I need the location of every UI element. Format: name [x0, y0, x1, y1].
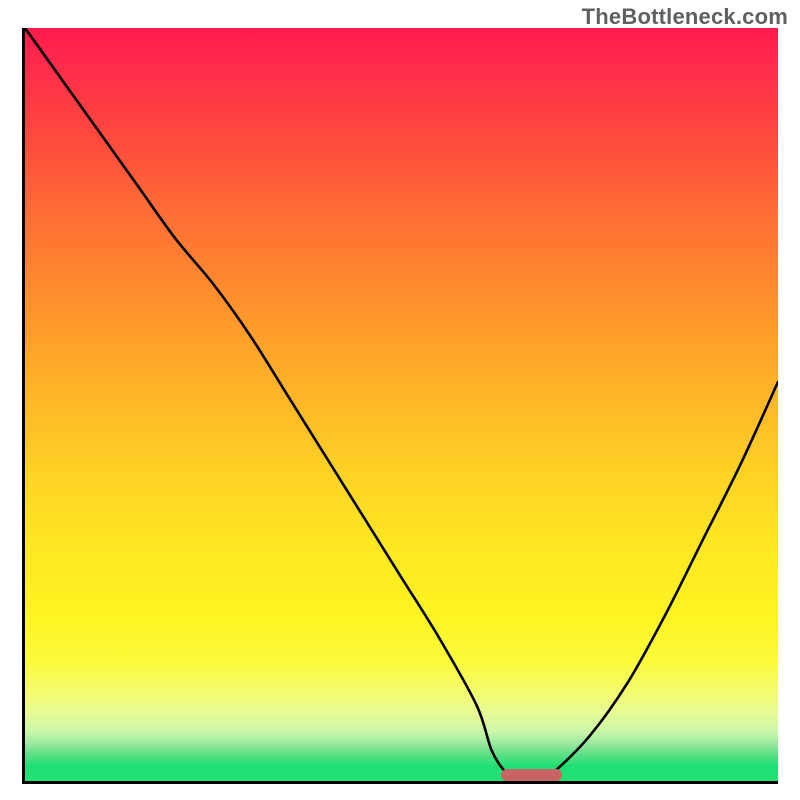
- plot-area: [22, 28, 778, 784]
- optimal-range-marker: [501, 769, 561, 781]
- bottleneck-chart: TheBottleneck.com: [0, 0, 800, 800]
- curve-path: [25, 28, 778, 781]
- watermark-text: TheBottleneck.com: [582, 4, 788, 30]
- bottleneck-curve: [25, 28, 778, 781]
